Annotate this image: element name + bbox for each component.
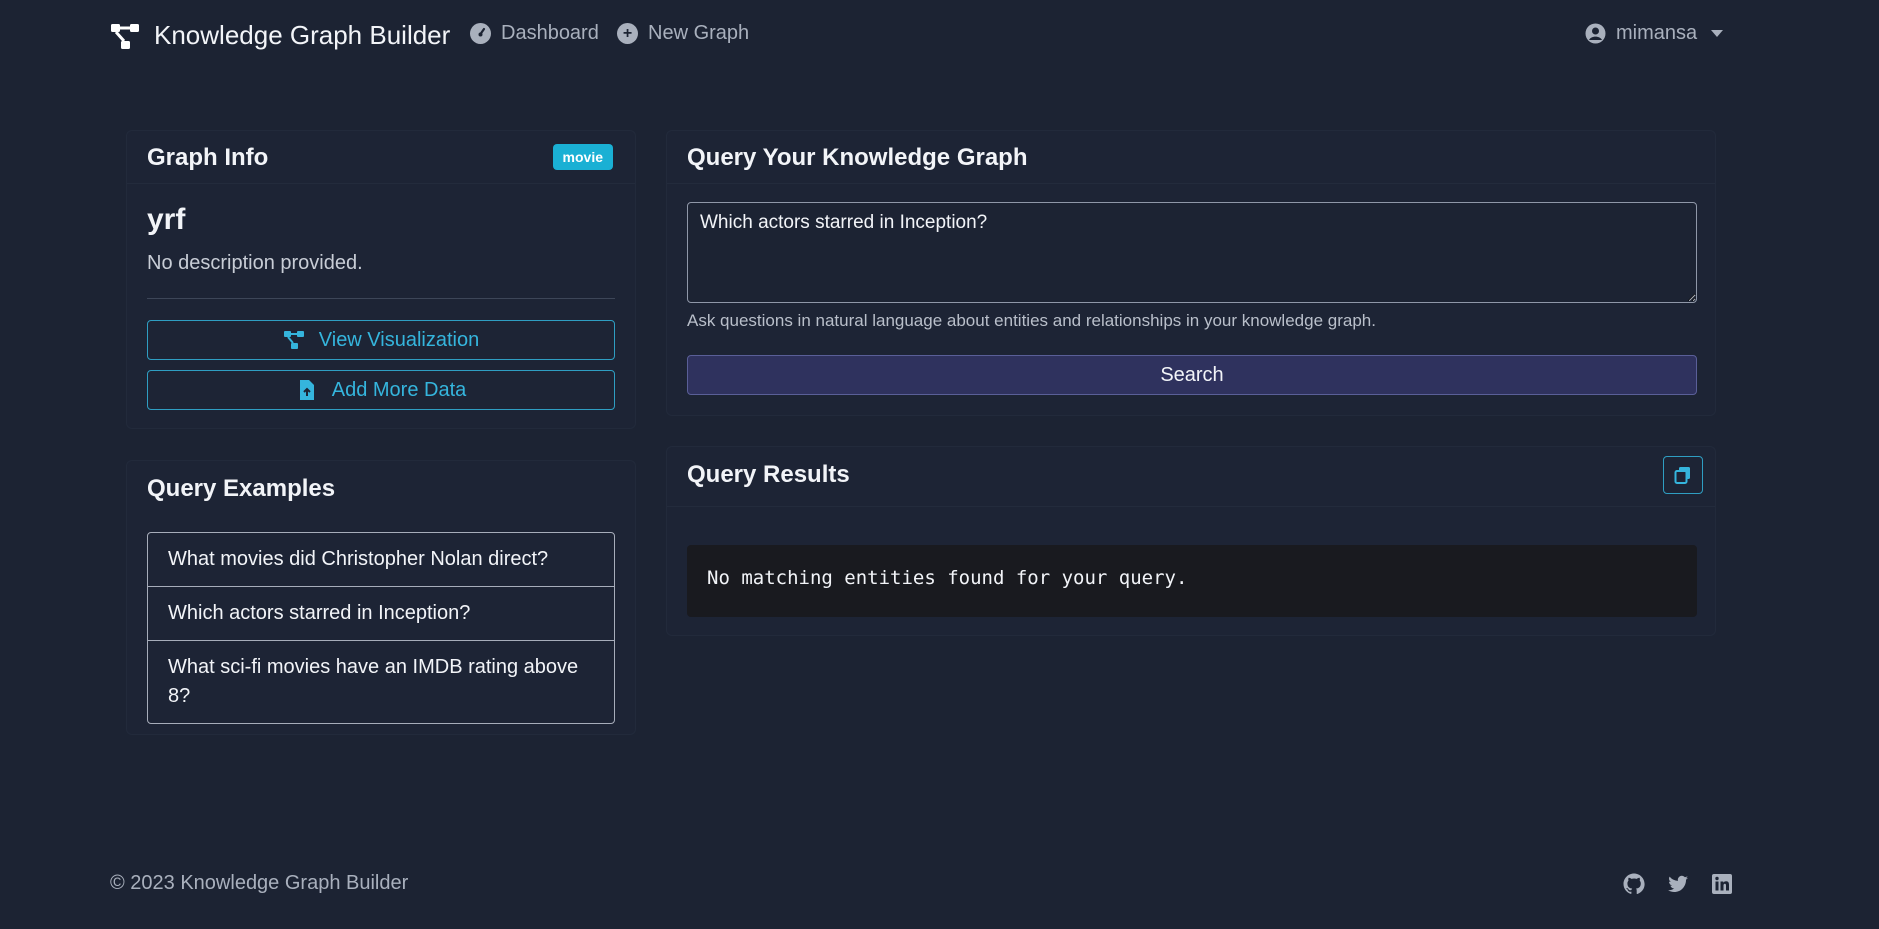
query-input[interactable] [687, 202, 1697, 303]
graph-info-title: Graph Info [147, 144, 269, 171]
navbar: Knowledge Graph Builder Dashboard + New … [0, 0, 1879, 72]
dashboard-icon [470, 23, 491, 44]
list-item[interactable]: What movies did Christopher Nolan direct… [148, 533, 614, 587]
github-icon[interactable] [1622, 872, 1646, 896]
chevron-down-icon [1711, 30, 1724, 37]
list-item[interactable]: Which actors starred in Inception? [148, 587, 614, 641]
user-circle-icon [1585, 23, 1606, 44]
view-visualization-label: View Visualization [318, 328, 480, 351]
linkedin-icon[interactable] [1710, 872, 1734, 896]
list-item[interactable]: What sci-fi movies have an IMDB rating a… [148, 641, 614, 723]
file-upload-icon [299, 380, 314, 400]
query-examples-title: Query Examples [147, 475, 336, 502]
graph-info-header: Graph Info movie [127, 131, 635, 184]
nav-dashboard[interactable]: Dashboard [470, 22, 599, 45]
query-card: Query Your Knowledge Graph Ask questions… [666, 130, 1716, 416]
view-visualization-button[interactable]: View Visualization [147, 320, 615, 360]
query-results-output: No matching entities found for your quer… [687, 545, 1697, 617]
user-menu[interactable]: mimansa [1585, 22, 1724, 45]
graph-icon [283, 331, 304, 349]
nav-new-graph[interactable]: + New Graph [617, 22, 749, 45]
query-help-text: Ask questions in natural language about … [687, 311, 1376, 330]
nav-dashboard-label: Dashboard [501, 22, 599, 44]
query-examples-list: What movies did Christopher Nolan direct… [147, 532, 615, 724]
footer-copyright: © 2023 Knowledge Graph Builder [110, 872, 409, 894]
query-results-card: Query Results No matching entities found… [666, 446, 1716, 636]
search-button[interactable]: Search [687, 355, 1697, 395]
graph-info-card: Graph Info movie yrf No description prov… [126, 130, 636, 429]
graph-name: yrf [147, 203, 186, 236]
query-results-title: Query Results [687, 461, 850, 488]
plus-circle-icon: + [617, 23, 638, 44]
query-examples-card: Query Examples What movies did Christoph… [126, 460, 636, 735]
graph-type-badge: movie [552, 144, 613, 170]
copy-icon [1674, 467, 1690, 484]
query-header: Query Your Knowledge Graph [667, 131, 1715, 184]
brand-link[interactable]: Knowledge Graph Builder [110, 20, 450, 51]
add-more-data-button[interactable]: Add More Data [147, 370, 615, 410]
query-title: Query Your Knowledge Graph [687, 144, 1028, 171]
twitter-icon[interactable] [1666, 872, 1690, 896]
user-name: mimansa [1616, 22, 1698, 44]
graph-logo-icon [111, 23, 139, 49]
brand-name: Knowledge Graph Builder [154, 20, 451, 50]
add-more-data-label: Add More Data [331, 378, 467, 401]
divider [147, 298, 615, 299]
copy-results-button[interactable] [1663, 456, 1703, 494]
graph-description: No description provided. [147, 252, 363, 274]
nav-new-graph-label: New Graph [648, 22, 750, 44]
query-results-header: Query Results [667, 447, 1715, 507]
